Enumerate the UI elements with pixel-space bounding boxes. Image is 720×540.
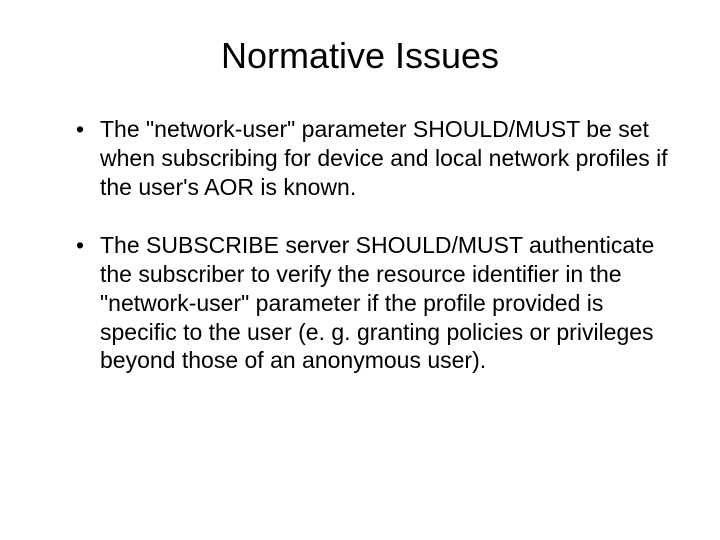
slide-title: Normative Issues — [50, 35, 670, 77]
bullet-list: The "network-user" parameter SHOULD/MUST… — [50, 115, 670, 375]
list-item: The SUBSCRIBE server SHOULD/MUST authent… — [76, 231, 670, 375]
list-item: The "network-user" parameter SHOULD/MUST… — [76, 115, 670, 201]
